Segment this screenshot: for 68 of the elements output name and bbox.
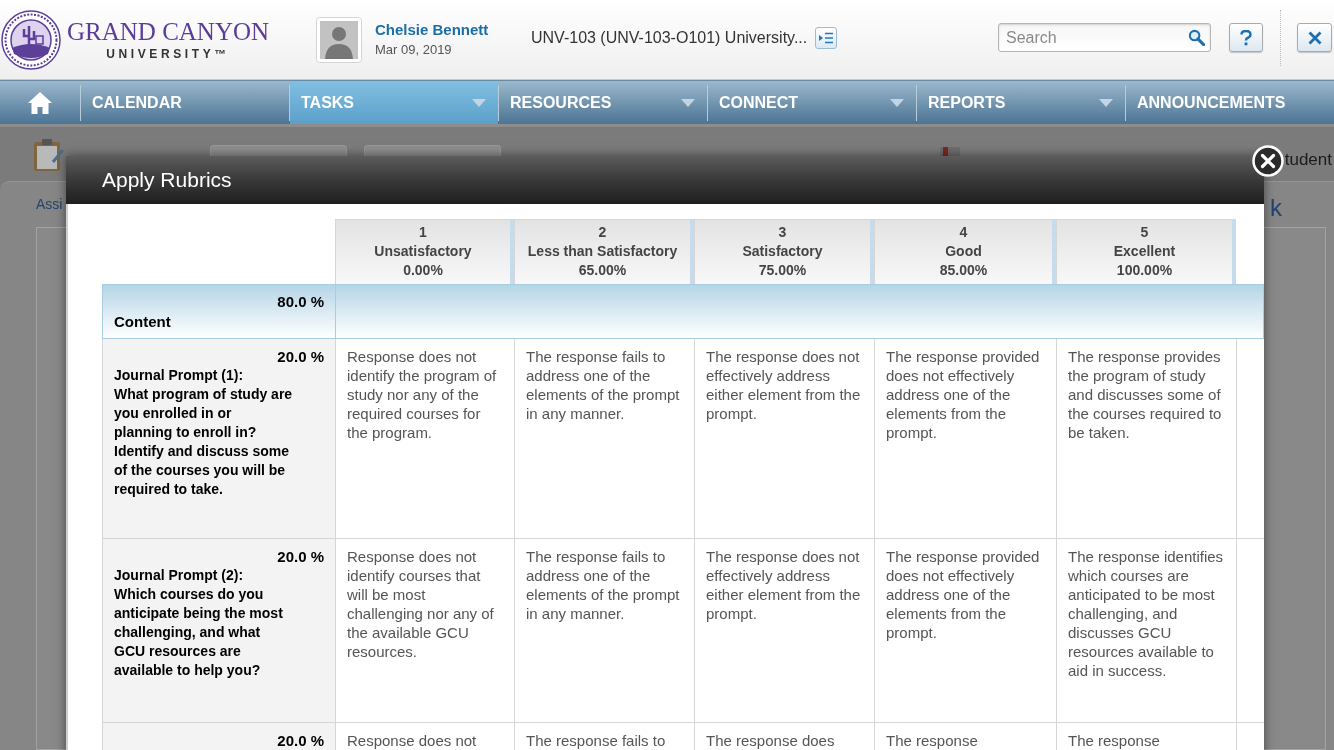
rating-description: The response <box>886 731 979 750</box>
nav-tab[interactable]: REPORTS <box>917 81 1125 124</box>
rating-description: Response does not identify courses that will be most challenging nor any of the available GCU resources. <box>347 547 495 661</box>
rating-description: The response provided does not effectively address one of the elements from the prompt. <box>886 547 1041 642</box>
help-icon <box>1240 29 1252 46</box>
rating-description: The response does not effectively address either element from the prompt. <box>706 547 862 623</box>
clipboard-icon <box>33 138 65 172</box>
page-heading: tudent <box>1284 150 1333 170</box>
level-name: Unsatisfactory <box>374 242 472 261</box>
nav-tab[interactable]: TASKS <box>290 81 498 124</box>
search-icon[interactable] <box>1188 29 1205 46</box>
rating-description: The response identifies which courses are anticipated to be most challenging, and discusses GCU resources available to aid in success. <box>1068 547 1224 680</box>
list-icon <box>819 31 834 44</box>
criterion-weight: 20.0 % <box>277 547 325 566</box>
avatar-icon <box>316 16 362 63</box>
section-name: Content <box>113 312 172 331</box>
rating-description: The response fails to <box>526 731 667 750</box>
side-link[interactable]: k <box>1270 195 1282 221</box>
level-number: 2 <box>598 223 607 242</box>
level-number: 3 <box>778 223 787 242</box>
level-percent: 65.00% <box>578 261 627 280</box>
rating-description: The response fails to address one of the elements of the prompt in any manner. <box>526 347 681 423</box>
criterion-question: What program of study are you enrolled in or planning to enroll in? Identify and discuss some of the courses you will be required to take. <box>113 385 293 499</box>
level-number: 4 <box>959 223 968 242</box>
dialog-title: Apply Rubrics <box>102 168 232 192</box>
breadcrumb-link[interactable]: Assi <box>36 195 63 213</box>
level-name: Good <box>945 242 982 261</box>
rating-description: The response provides the program of study and discusses some of the courses required to be taken. <box>1068 347 1223 442</box>
rating-description: The response does not effectively address either element from the prompt. <box>706 347 862 423</box>
nav-tab[interactable]: CONNECT <box>708 81 916 124</box>
logo-subtitle: UNIVERSITY™ <box>106 46 230 61</box>
rating-description: The response <box>1068 731 1161 750</box>
nav-tab[interactable]: ANNOUNCEMENTS <box>1126 81 1334 124</box>
course-menu-button[interactable] <box>815 26 838 49</box>
level-name: Satisfactory <box>742 242 823 261</box>
home-icon[interactable] <box>28 91 52 114</box>
user-name[interactable]: Chelsie Bennett <box>375 21 531 39</box>
level-percent: 0.00% <box>403 261 443 280</box>
level-number: 1 <box>419 223 427 242</box>
rating-description: Response does not <box>347 731 478 750</box>
rating-description: The response provided does not effectively address one of the elements from the prompt. <box>886 347 1041 442</box>
criterion-name: Journal Prompt (2): <box>113 566 245 585</box>
criterion-weight: 20.0 % <box>277 347 325 366</box>
criterion-weight: 20.0 % <box>277 731 325 750</box>
level-percent: 85.00% <box>939 261 988 280</box>
user-date: Mar 09, 2019 <box>375 41 453 58</box>
course-title: UNV-103 (UNV-103-O101) University... <box>531 27 808 48</box>
logo-wordmark: GRAND CANYON <box>67 18 270 45</box>
search-field[interactable]: Search <box>998 23 1211 52</box>
dialog-close-icon[interactable] <box>1252 145 1284 177</box>
level-name: Excellent <box>1113 242 1176 261</box>
seal-icon <box>1 9 61 70</box>
level-percent: 100.00% <box>1116 261 1173 280</box>
rating-description: The response does <box>706 731 836 750</box>
rating-description: The response fails to address one of the elements of the prompt in any manner. <box>526 547 681 623</box>
criterion-question: Which courses do you anticipate being the most challenging, and what GCU resources are available to help you? <box>113 585 284 680</box>
close-icon <box>1307 30 1322 45</box>
level-name: Less than Satisfactory <box>527 242 678 261</box>
help-button[interactable] <box>1229 23 1263 52</box>
criterion-name: Journal Prompt (1): <box>113 366 245 385</box>
nav-tab[interactable]: CALENDAR <box>81 81 289 124</box>
rating-description: Response does not identify the program of study nor any of the required courses for the program. <box>347 347 498 442</box>
close-button[interactable] <box>1297 23 1332 52</box>
level-number: 5 <box>1140 223 1149 242</box>
level-percent: 75.00% <box>758 261 807 280</box>
book-icon <box>940 147 960 156</box>
nav-tab[interactable]: RESOURCES <box>499 81 707 124</box>
section-weight: 80.0 % <box>277 292 325 311</box>
